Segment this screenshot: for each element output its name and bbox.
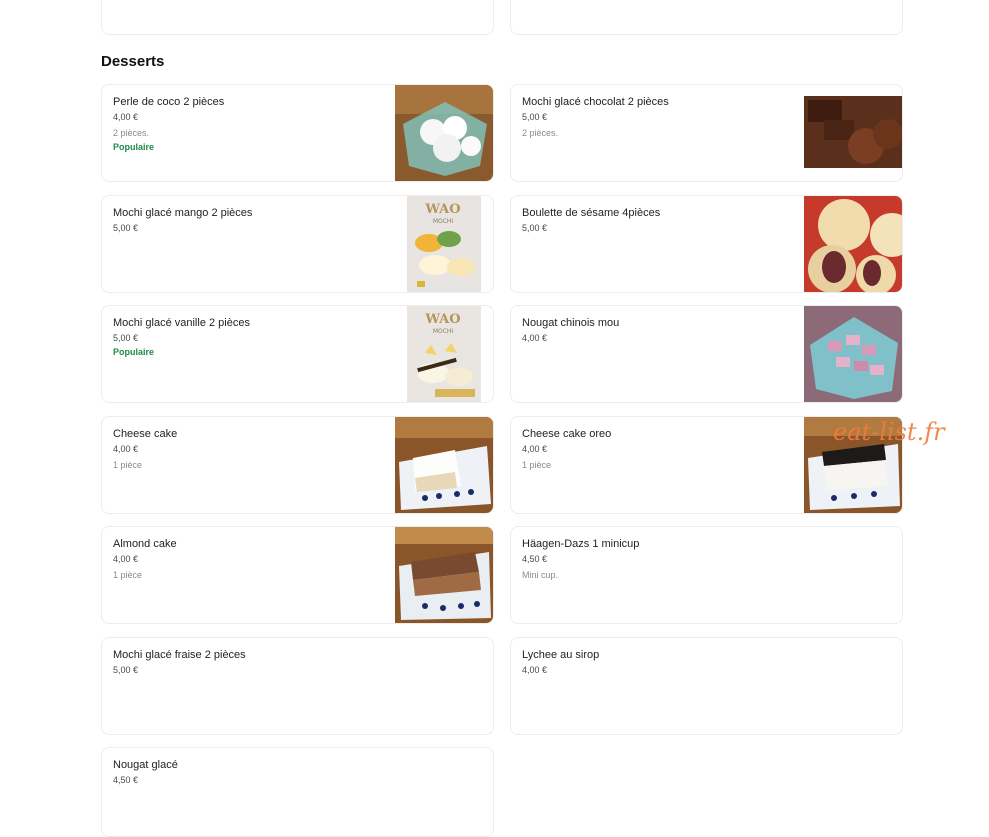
menu-item-card[interactable]: Mochi glacé mango 2 pièces 5,00 € WAO MO…	[101, 195, 494, 293]
item-name: Cheese cake	[113, 428, 178, 440]
menu-item-card[interactable]: Cheese cake 4,00 € 1 pièce	[101, 416, 494, 514]
menu-item-card[interactable]: Perle de coco 2 pièces 4,00 € 2 pièces. …	[101, 84, 494, 182]
item-name: Mochi glacé fraise 2 pièces	[113, 649, 246, 661]
menu-item-card[interactable]: Nougat glacé 4,50 €	[101, 747, 494, 837]
item-name: Mochi glacé chocolat 2 pièces	[522, 96, 669, 108]
previous-item-card-left[interactable]	[101, 0, 494, 35]
item-description: Mini cup.	[522, 570, 559, 580]
item-price: 4,50 €	[522, 554, 548, 564]
item-price: 4,00 €	[113, 112, 139, 122]
vanilla-mochi-box-photo: WAO MOCHI	[395, 306, 493, 402]
nougat-photo	[804, 306, 902, 402]
item-name: Perle de coco 2 pièces	[113, 96, 225, 108]
section-title: Desserts	[101, 53, 165, 70]
item-description: 1 pièce	[522, 460, 552, 470]
item-price: 5,00 €	[113, 665, 139, 675]
menu-item-card[interactable]: Mochi glacé vanille 2 pièces 5,00 € Popu…	[101, 305, 494, 403]
box-logo-subtext: MOCHI	[433, 218, 454, 225]
item-name: Boulette de sésame 4pièces	[522, 207, 661, 219]
previous-item-card-right[interactable]	[510, 0, 903, 35]
item-name: Almond cake	[113, 538, 177, 550]
item-price: 5,00 €	[113, 223, 139, 233]
item-description: 1 pièce	[113, 570, 143, 580]
item-price: 5,00 €	[522, 112, 548, 122]
box-logo-subtext: MOCHI	[433, 328, 454, 335]
item-price: 4,00 €	[113, 444, 139, 454]
item-price: 4,00 €	[522, 444, 548, 454]
menu-item-card[interactable]: Mochi glacé fraise 2 pièces 5,00 €	[101, 637, 494, 735]
box-logo-text: WAO	[424, 312, 460, 327]
menu-item-card[interactable]: Häagen-Dazs 1 minicup 4,50 € Mini cup.	[510, 526, 903, 624]
popular-badge: Populaire	[113, 347, 155, 357]
item-price: 4,00 €	[522, 333, 548, 343]
item-description: 1 pièce	[113, 460, 143, 470]
menu-item-card[interactable]: Nougat chinois mou 4,00 €	[510, 305, 903, 403]
chocolate-mochi-photo	[804, 85, 902, 181]
item-name: Nougat glacé	[113, 759, 178, 771]
item-description: 2 pièces.	[522, 128, 559, 138]
item-price: 4,00 €	[522, 665, 548, 675]
sesame-ball-photo	[804, 196, 902, 292]
menu-item-card[interactable]: Lychee au sirop 4,00 €	[510, 637, 903, 735]
item-name: Nougat chinois mou	[522, 317, 620, 329]
item-name: Cheese cake oreo	[522, 428, 612, 440]
item-price: 4,50 €	[113, 775, 139, 785]
popular-badge: Populaire	[113, 142, 155, 152]
item-name: Mochi glacé mango 2 pièces	[113, 207, 253, 219]
watermark-text: eat-list.fr	[833, 418, 945, 446]
menu-item-card[interactable]: Almond cake 4,00 € 1 pièce	[101, 526, 494, 624]
cheesecake-photo	[395, 417, 493, 513]
item-name: Lychee au sirop	[522, 649, 600, 661]
item-price: 5,00 €	[522, 223, 548, 233]
mango-mochi-box-photo: WAO MOCHI	[395, 196, 493, 292]
menu-item-card[interactable]: Boulette de sésame 4pièces 5,00 €	[510, 195, 903, 293]
item-name: Mochi glacé vanille 2 pièces	[113, 317, 250, 329]
item-description: 2 pièces.	[113, 128, 150, 138]
item-price: 4,00 €	[113, 554, 139, 564]
item-name: Häagen-Dazs 1 minicup	[522, 538, 640, 550]
coconut-mochi-photo	[395, 85, 493, 181]
menu-item-card[interactable]: Mochi glacé chocolat 2 pièces 5,00 € 2 p…	[510, 84, 903, 182]
box-logo-text: WAO	[424, 202, 460, 217]
item-price: 5,00 €	[113, 333, 139, 343]
almond-cake-photo	[395, 527, 493, 623]
